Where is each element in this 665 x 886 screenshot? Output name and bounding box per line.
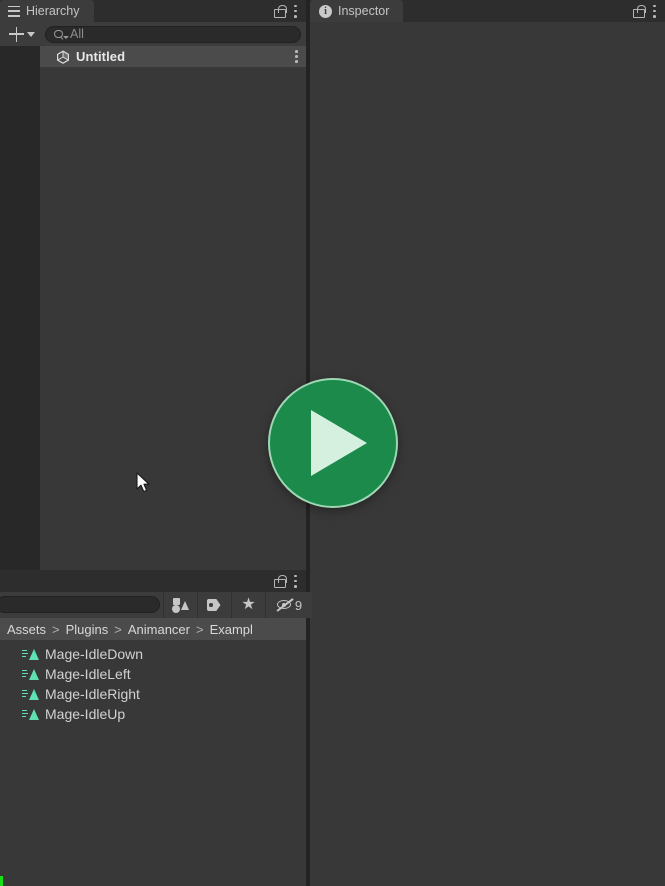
animation-clip-icon — [22, 648, 39, 661]
play-triangle-icon — [311, 410, 367, 476]
scene-name-label: Untitled — [76, 49, 126, 64]
project-tabbar — [0, 570, 306, 592]
asset-list: Mage-IdleDown Mage-IdleLeft Mage-IdleRig… — [0, 640, 306, 886]
tab-hierarchy[interactable]: Hierarchy — [0, 0, 94, 22]
hidden-items-count: 9 — [294, 597, 303, 613]
animation-clip-icon — [22, 708, 39, 721]
eye-crossed-icon — [276, 598, 294, 612]
inspector-tab-actions — [633, 0, 665, 22]
lock-open-icon[interactable] — [633, 4, 646, 18]
list-item[interactable]: Mage-IdleDown — [0, 644, 306, 664]
asset-name-label: Mage-IdleDown — [45, 646, 144, 662]
project-search-input[interactable] — [0, 596, 160, 613]
plus-icon — [9, 26, 24, 42]
list-item[interactable]: Mage-IdleLeft — [0, 664, 306, 684]
project-toolbar: ★ 9 — [0, 592, 312, 618]
hierarchy-gutter — [0, 46, 40, 570]
hierarchy-search-placeholder: All — [70, 27, 84, 41]
list-item[interactable]: Mage-IdleRight — [0, 684, 306, 704]
breadcrumb-separator-icon: > — [114, 621, 122, 637]
hierarchy-toolbar: All — [0, 22, 306, 46]
info-icon: i — [319, 4, 332, 18]
breadcrumb-item-animancer[interactable]: Animancer — [128, 622, 190, 637]
breadcrumb-item-assets[interactable]: Assets — [7, 622, 46, 637]
hidden-items-filter-button[interactable]: 9 — [265, 592, 312, 618]
animation-clip-icon — [22, 688, 39, 701]
project-filter-buttons: ★ 9 — [163, 592, 312, 618]
breadcrumb-item-examples[interactable]: Exampl — [210, 622, 253, 637]
tab-inspector[interactable]: i Inspector — [310, 0, 404, 22]
star-icon: ★ — [241, 596, 256, 613]
breadcrumb-separator-icon: > — [195, 621, 204, 637]
hierarchy-tabbar: Hierarchy — [0, 0, 306, 22]
list-item[interactable]: Mage-IdleUp — [0, 704, 306, 724]
breadcrumb-item-plugins[interactable]: Plugins — [66, 622, 109, 637]
play-button[interactable] — [268, 378, 398, 508]
project-panel: ★ 9 Assets > Plugins > Animancer > Examp… — [0, 570, 312, 886]
label-filter-button[interactable] — [197, 592, 231, 618]
search-icon — [54, 29, 69, 40]
animation-clip-icon — [22, 668, 39, 681]
favorites-filter-button[interactable]: ★ — [231, 592, 265, 618]
recording-marker — [0, 876, 3, 886]
kebab-menu-icon[interactable] — [653, 4, 656, 18]
hierarchy-search-input[interactable]: All — [45, 25, 301, 43]
lock-open-icon[interactable] — [274, 574, 287, 588]
kebab-menu-icon[interactable] — [294, 4, 297, 18]
tag-icon — [206, 599, 223, 611]
lock-open-icon[interactable] — [274, 4, 287, 18]
scene-kebab-menu-icon[interactable] — [295, 50, 298, 63]
chevron-down-icon — [27, 31, 35, 37]
inspector-tabbar: i Inspector — [310, 0, 665, 22]
asset-name-label: Mage-IdleLeft — [45, 666, 131, 682]
kebab-menu-icon[interactable] — [294, 574, 297, 588]
hierarchy-tab-actions — [274, 0, 306, 22]
hierarchy-body — [0, 46, 306, 570]
hierarchy-panel: Hierarchy All Untitled — [0, 0, 306, 570]
hierarchy-list-icon — [8, 5, 20, 17]
breadcrumb-separator-icon: > — [52, 621, 60, 637]
breadcrumb: Assets > Plugins > Animancer > Exampl — [0, 618, 306, 640]
project-tab-actions — [274, 570, 306, 592]
tab-inspector-label: Inspector — [338, 4, 390, 18]
add-gameobject-button[interactable] — [5, 24, 39, 44]
type-filter-button[interactable] — [163, 592, 197, 618]
unity-scene-icon — [56, 50, 70, 64]
asset-name-label: Mage-IdleUp — [45, 706, 126, 722]
hierarchy-tree[interactable] — [40, 46, 306, 570]
shapes-icon — [172, 597, 189, 613]
mouse-cursor — [136, 472, 152, 494]
hierarchy-scene-row[interactable]: Untitled — [40, 46, 306, 67]
unity-editor-window: Hierarchy All Untitled i Inspector ★ 9 A… — [0, 0, 665, 886]
asset-name-label: Mage-IdleRight — [45, 686, 140, 702]
tab-hierarchy-label: Hierarchy — [26, 4, 80, 18]
